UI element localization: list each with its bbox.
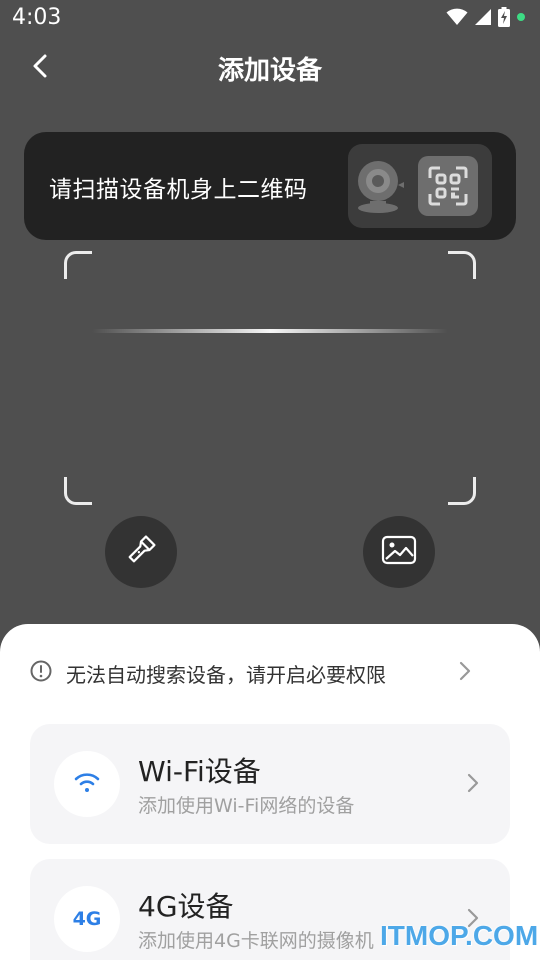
device-icon-4g: 4G bbox=[54, 886, 120, 952]
device-title-4g: 4G设备 bbox=[138, 890, 234, 923]
device-subtitle-4g: 添加使用4G卡联网的摄像机 bbox=[138, 930, 374, 952]
signal-icon bbox=[474, 8, 492, 26]
scan-frame-corner-bottom-right bbox=[448, 477, 476, 505]
device-option-wifi[interactable]: Wi-Fi设备 添加使用Wi-Fi网络的设备 bbox=[30, 724, 510, 844]
4g-icon: 4G bbox=[72, 908, 102, 930]
chevron-right-icon bbox=[466, 772, 480, 798]
wifi-icon bbox=[446, 8, 468, 26]
scan-frame-corner-top-left bbox=[64, 251, 92, 279]
page-title: 添加设备 bbox=[217, 56, 322, 86]
scan-hint-text: 请扫描设备机身上二维码 bbox=[49, 177, 308, 203]
status-bar: 4:03 bbox=[0, 0, 540, 38]
status-icons bbox=[446, 7, 526, 27]
flashlight-button[interactable] bbox=[105, 516, 177, 588]
camera-icon bbox=[356, 158, 404, 218]
notification-dot-icon bbox=[516, 12, 526, 22]
device-subtitle-wifi: 添加使用Wi-Fi网络的设备 bbox=[138, 795, 355, 817]
scan-frame-corner-top-right bbox=[448, 251, 476, 279]
chevron-right-icon bbox=[458, 660, 472, 686]
qr-code-icon bbox=[418, 156, 478, 220]
album-button[interactable] bbox=[363, 516, 435, 588]
scan-line bbox=[92, 329, 448, 333]
wifi-icon bbox=[72, 770, 102, 798]
scan-frame-corner-bottom-left bbox=[64, 477, 92, 505]
info-icon bbox=[30, 660, 52, 686]
device-icon-wifi bbox=[54, 751, 120, 817]
flashlight-icon bbox=[125, 534, 157, 570]
device-title-wifi: Wi-Fi设备 bbox=[138, 755, 261, 788]
permission-notice-text: 无法自动搜索设备，请开启必要权限 bbox=[66, 663, 386, 687]
scan-hint-card: 请扫描设备机身上二维码 bbox=[24, 132, 516, 240]
watermark: ITMOP.COM bbox=[380, 920, 539, 951]
image-icon bbox=[381, 535, 417, 569]
add-device-sheet: 无法自动搜索设备，请开启必要权限 Wi-Fi设备 添加使用Wi-Fi网络的设备 bbox=[0, 624, 540, 960]
scan-hint-illustration bbox=[348, 144, 492, 228]
battery-charging-icon bbox=[498, 7, 510, 27]
permission-notice-row[interactable]: 无法自动搜索设备，请开启必要权限 bbox=[0, 652, 540, 692]
status-time: 4:03 bbox=[12, 5, 62, 30]
